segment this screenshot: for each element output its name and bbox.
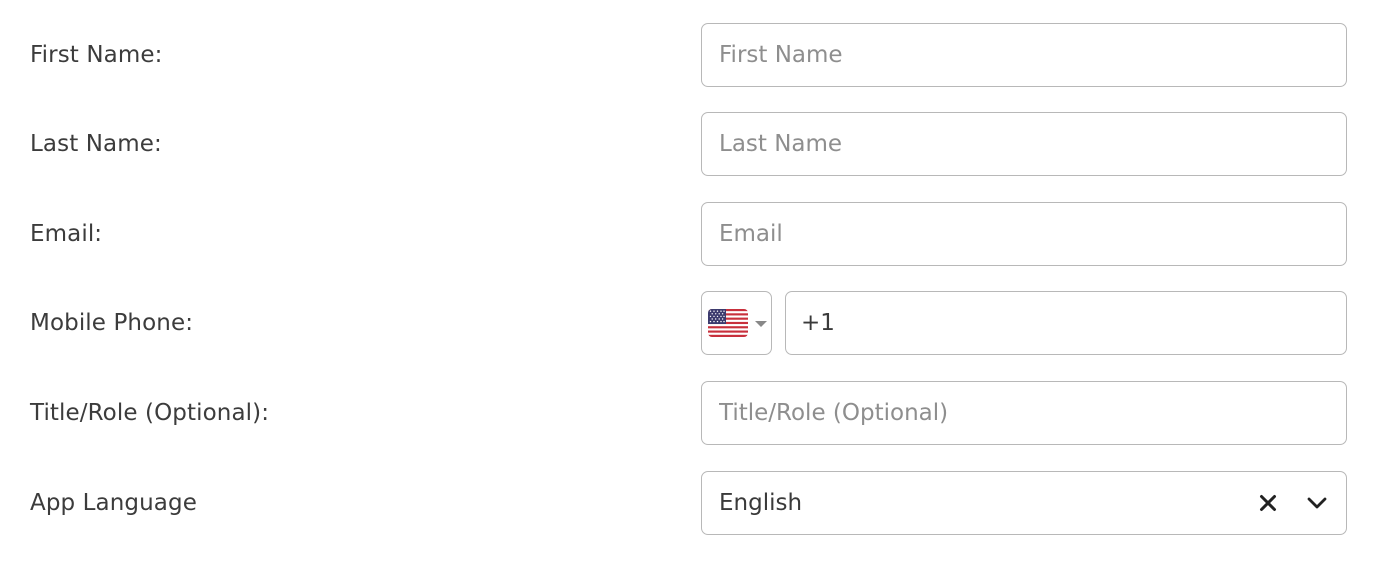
app-language-selected-value: English [719, 490, 803, 516]
mobile-phone-input[interactable] [786, 292, 1346, 354]
close-icon[interactable] [1258, 493, 1278, 513]
us-flag-icon [708, 309, 748, 337]
mobile-phone-field-wrapper [785, 291, 1347, 355]
app-language-row: App Language English [0, 471, 1398, 535]
first-name-field-wrapper [701, 23, 1347, 87]
first-name-label: First Name: [30, 42, 163, 68]
title-role-row: Title/Role (Optional): [0, 381, 1398, 445]
title-role-input[interactable] [702, 382, 1346, 444]
app-language-select[interactable]: English [701, 471, 1347, 535]
last-name-row: Last Name: [0, 112, 1398, 176]
email-row: Email: [0, 202, 1398, 266]
title-role-field-wrapper [701, 381, 1347, 445]
email-input[interactable] [702, 203, 1346, 265]
first-name-input[interactable] [702, 24, 1346, 86]
email-label: Email: [30, 221, 103, 247]
app-language-label: App Language [30, 490, 197, 516]
mobile-phone-row: Mobile Phone: [0, 291, 1398, 355]
country-code-dropdown[interactable] [701, 291, 772, 355]
email-field-wrapper [701, 202, 1347, 266]
mobile-phone-label: Mobile Phone: [30, 310, 194, 336]
chevron-down-icon[interactable] [1306, 495, 1328, 511]
first-name-row: First Name: [0, 23, 1398, 87]
last-name-input[interactable] [702, 113, 1346, 175]
last-name-field-wrapper [701, 112, 1347, 176]
title-role-label: Title/Role (Optional): [30, 400, 270, 426]
caret-down-icon [755, 321, 767, 327]
last-name-label: Last Name: [30, 131, 162, 157]
